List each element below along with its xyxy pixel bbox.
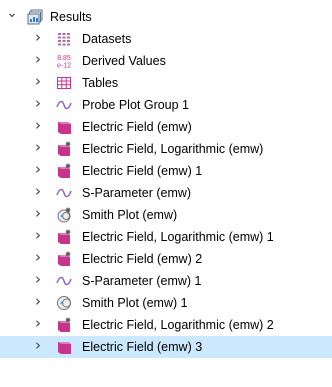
tree-item-label: Datasets — [82, 32, 132, 46]
tree-item[interactable]: › Electric Field, Logarithmic (emw) 1 — [0, 226, 332, 248]
tree-item-label: Smith Plot (emw) 1 — [82, 296, 188, 310]
tree-item[interactable]: › S-Parameter (emw) — [0, 182, 332, 204]
tree-item-label: Electric Field, Logarithmic (emw) 2 — [82, 318, 274, 332]
tree-item-label: Smith Plot (emw) — [82, 208, 178, 222]
results-folder-icon — [27, 9, 43, 25]
chevron-right-icon[interactable]: › — [34, 248, 42, 266]
wave-plot-icon — [56, 185, 72, 201]
tree-item[interactable]: › Electric Field, Logarithmic (emw) 2 — [0, 314, 332, 336]
tree-item[interactable]: › Electric Field (emw) 1 — [0, 160, 332, 182]
smith-plot-star-icon — [56, 207, 72, 223]
tree-root-label: Results — [50, 10, 92, 24]
chevron-right-icon[interactable]: › — [34, 116, 42, 134]
chevron-right-icon[interactable]: › — [34, 138, 42, 156]
3d-plot-star-icon — [56, 229, 72, 245]
tree-item-label: Tables — [82, 76, 119, 90]
tree-item-label: Probe Plot Group 1 — [82, 98, 190, 112]
tree-root-results[interactable]: ⌄ Results — [0, 5, 332, 28]
chevron-right-icon[interactable]: › — [34, 226, 42, 244]
datasets-icon — [56, 31, 72, 47]
tree-item[interactable]: › Smith Plot (emw) 1 — [0, 292, 332, 314]
svg-text:e-12: e-12 — [57, 63, 71, 70]
3d-plot-icon — [56, 339, 72, 355]
tree-item-label: Derived Values — [82, 54, 166, 68]
tree-item-label: Electric Field, Logarithmic (emw) 1 — [82, 230, 274, 244]
chevron-right-icon[interactable]: › — [34, 28, 42, 46]
tree-item-label: Electric Field (emw) 2 — [82, 252, 203, 266]
tree-item-label: S-Parameter (emw) — [82, 186, 192, 200]
svg-text:8.85: 8.85 — [57, 55, 71, 62]
chevron-right-icon[interactable]: › — [34, 182, 42, 200]
chevron-right-icon[interactable]: › — [34, 160, 42, 178]
tree-item[interactable]: › Smith Plot (emw) — [0, 204, 332, 226]
3d-plot-star-icon — [56, 317, 72, 333]
smith-plot-icon — [56, 295, 72, 311]
3d-plot-star-icon — [56, 163, 72, 179]
tree-item[interactable]: › Electric Field (emw) 3 — [0, 336, 332, 358]
chevron-right-icon[interactable]: › — [34, 292, 42, 310]
tree-item-label: Electric Field, Logarithmic (emw) — [82, 142, 264, 156]
3d-plot-star-icon — [56, 141, 72, 157]
3d-plot-star-icon — [56, 251, 72, 267]
tree-item[interactable]: › Probe Plot Group 1 — [0, 94, 332, 116]
tree-item[interactable]: › S-Parameter (emw) 1 — [0, 270, 332, 292]
tree-item[interactable]: › Electric Field (emw) 2 — [0, 248, 332, 270]
tree-item[interactable]: › Datasets — [0, 28, 332, 50]
derived-values-icon: 8.85 e-12 — [56, 53, 72, 69]
wave-plot-icon — [56, 273, 72, 289]
chevron-right-icon[interactable]: › — [34, 204, 42, 222]
tree-item[interactable]: › 8.85 e-12 Derived Values — [0, 50, 332, 72]
chevron-right-icon[interactable]: › — [34, 336, 42, 354]
table-icon — [56, 75, 72, 91]
tree-item-label: Electric Field (emw) 3 — [82, 340, 203, 354]
tree-item[interactable]: › Electric Field (emw) — [0, 116, 332, 138]
chevron-right-icon[interactable]: › — [34, 50, 42, 68]
tree-item[interactable]: › Tables — [0, 72, 332, 94]
chevron-right-icon[interactable]: › — [34, 270, 42, 288]
tree-item-label: Electric Field (emw) 1 — [82, 164, 203, 178]
3d-plot-icon — [56, 119, 72, 135]
chevron-right-icon[interactable]: › — [34, 94, 42, 112]
tree-item-label: Electric Field (emw) — [82, 120, 192, 134]
chevron-right-icon[interactable]: › — [34, 72, 42, 90]
chevron-down-icon[interactable]: ⌄ — [6, 5, 18, 21]
tree-item[interactable]: › Electric Field, Logarithmic (emw) — [0, 138, 332, 160]
wave-plot-icon — [56, 97, 72, 113]
chevron-right-icon[interactable]: › — [34, 314, 42, 332]
tree-item-label: S-Parameter (emw) 1 — [82, 274, 202, 288]
